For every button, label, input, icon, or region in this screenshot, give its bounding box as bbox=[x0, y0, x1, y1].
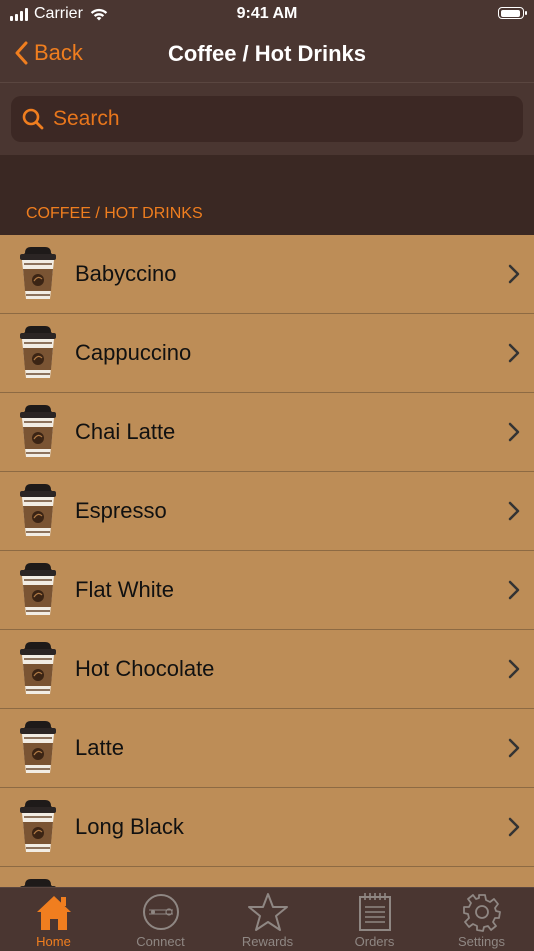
notepad-icon bbox=[358, 893, 391, 931]
section-header: COFFEE / HOT DRINKS bbox=[0, 155, 534, 235]
navigation-bar: Back Coffee / Hot Drinks bbox=[0, 28, 534, 83]
coffee-cup-icon bbox=[15, 482, 61, 545]
search-box[interactable] bbox=[11, 96, 523, 142]
chevron-right-icon bbox=[508, 580, 520, 605]
list-item-label: Hot Chocolate bbox=[75, 656, 215, 681]
list-item-label: Long Black bbox=[75, 814, 184, 839]
coffee-cup-icon bbox=[15, 324, 61, 387]
tab-bar: Home Connect Rewards Orders Settings bbox=[0, 887, 534, 951]
tab-label-rewards: Rewards bbox=[241, 934, 294, 949]
coffee-cup-icon bbox=[15, 403, 61, 466]
tab-label-settings: Settings bbox=[458, 934, 505, 949]
list-item[interactable] bbox=[0, 867, 534, 887]
chevron-right-icon bbox=[508, 659, 520, 684]
page-title: Coffee / Hot Drinks bbox=[167, 41, 367, 66]
chevron-right-icon bbox=[508, 738, 520, 763]
coffee-cup-icon bbox=[15, 719, 61, 782]
search-area bbox=[0, 83, 534, 155]
tab-label-home: Home bbox=[36, 934, 71, 949]
list-item-label: Latte bbox=[75, 735, 124, 760]
list-item[interactable]: Hot Chocolate bbox=[0, 630, 534, 709]
coffee-cup-icon bbox=[15, 877, 61, 887]
chevron-right-icon bbox=[508, 817, 520, 842]
connect-icon bbox=[142, 894, 179, 930]
section-title: COFFEE / HOT DRINKS bbox=[26, 205, 203, 222]
tab-label-connect: Connect bbox=[136, 934, 185, 949]
tab-settings[interactable]: Settings bbox=[428, 888, 534, 951]
list-item[interactable]: Cappuccino bbox=[0, 314, 534, 393]
tab-home[interactable]: Home bbox=[0, 888, 107, 951]
list-item-label: Flat White bbox=[75, 577, 175, 602]
tab-orders[interactable]: Orders bbox=[321, 888, 428, 951]
list-item[interactable]: Flat White bbox=[0, 551, 534, 630]
list-item[interactable]: Babyccino bbox=[0, 235, 534, 314]
chevron-right-icon bbox=[508, 501, 520, 526]
tab-rewards[interactable]: Rewards bbox=[214, 888, 321, 951]
chevron-right-icon bbox=[508, 422, 520, 447]
chevron-right-icon bbox=[508, 264, 520, 289]
chevron-right-icon bbox=[508, 343, 520, 368]
status-time: 9:41 AM bbox=[236, 5, 298, 22]
coffee-cup-icon bbox=[15, 245, 61, 308]
search-icon bbox=[22, 108, 44, 130]
search-input[interactable] bbox=[51, 106, 523, 132]
list-item[interactable]: Chai Latte bbox=[0, 393, 534, 472]
home-icon bbox=[36, 896, 71, 930]
gear-icon bbox=[462, 894, 501, 932]
coffee-cup-icon bbox=[15, 640, 61, 703]
coffee-cup-icon bbox=[15, 798, 61, 861]
list-item[interactable]: Latte bbox=[0, 709, 534, 788]
list-item-label: Babyccino bbox=[75, 261, 177, 286]
list-item-label: Chai Latte bbox=[75, 419, 176, 444]
list-item[interactable]: Espresso bbox=[0, 472, 534, 551]
coffee-cup-icon bbox=[15, 561, 61, 624]
list-item-label: Espresso bbox=[75, 498, 167, 523]
list-item[interactable]: Long Black bbox=[0, 788, 534, 867]
tab-label-orders: Orders bbox=[354, 934, 395, 949]
list-item-label: Cappuccino bbox=[75, 340, 192, 365]
drink-list: Babyccino Cappuccino Chai Latte Espresso Fla… bbox=[0, 235, 534, 887]
tab-connect[interactable]: Connect bbox=[107, 888, 214, 951]
status-bar: Carrier 9:41 AM bbox=[0, 0, 534, 28]
battery-icon bbox=[498, 7, 527, 19]
star-icon bbox=[247, 893, 288, 931]
